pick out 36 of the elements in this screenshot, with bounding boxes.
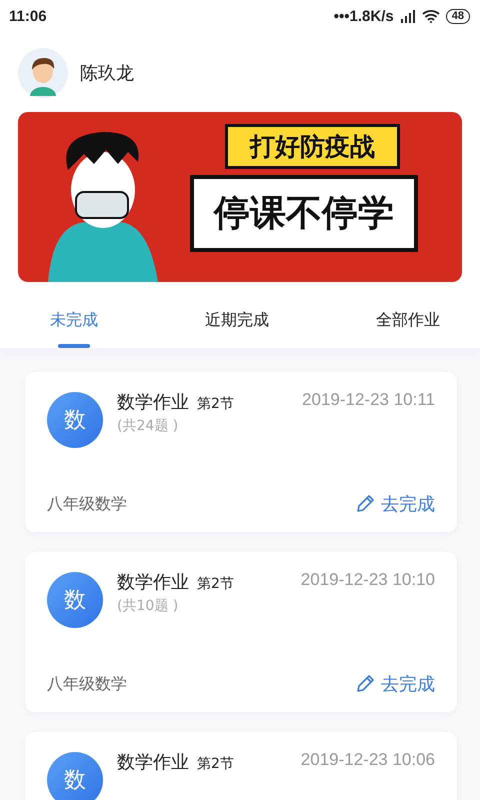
subject-badge: 数	[47, 392, 103, 448]
section-label: 第2节	[197, 575, 234, 593]
assignment-title: 数学作业	[117, 751, 189, 774]
pencil-icon	[355, 494, 375, 514]
assignment-date: 2019-12-23 10:06	[300, 750, 435, 770]
assignment-card[interactable]: 数 数学作业 第2节 (共24题 ) 2019-12-23 10:11 八年级数学 去完成	[25, 372, 457, 532]
section-label: 第2节	[197, 395, 234, 413]
tab[interactable]: 全部作业	[366, 310, 450, 348]
signal-icon	[400, 10, 416, 22]
course-name: 八年级数学	[47, 494, 127, 514]
assignment-title: 数学作业	[117, 391, 189, 414]
subject-badge: 数	[47, 572, 103, 628]
complete-button[interactable]: 去完成	[355, 492, 435, 516]
battery-level: 48	[446, 8, 470, 24]
banner-slogan: 停课不停学	[190, 175, 418, 252]
question-count: (共24题 )	[117, 417, 180, 435]
section-label: 第2节	[197, 755, 234, 773]
banner-headline: 打好防疫战	[225, 124, 400, 169]
subject-badge: 数	[47, 752, 103, 800]
network-speed: •••1.8K/s	[334, 8, 394, 24]
course-name: 八年级数学	[47, 674, 127, 694]
assignment-title: 数学作业	[117, 571, 189, 594]
assignment-date: 2019-12-23 10:10	[300, 570, 435, 590]
user-name: 陈玖龙	[80, 62, 134, 85]
complete-button[interactable]: 去完成	[355, 672, 435, 696]
status-time: 11:06	[9, 8, 47, 24]
tab[interactable]: 近期完成	[195, 310, 279, 348]
tab[interactable]: 未完成	[40, 310, 108, 348]
banner[interactable]: 打好防疫战 停课不停学	[18, 112, 462, 282]
avatar-icon	[18, 48, 68, 98]
pencil-icon	[355, 674, 375, 694]
wifi-icon	[422, 9, 440, 23]
question-count: (共10题 )	[117, 597, 180, 615]
assignment-date: 2019-12-23 10:11	[302, 390, 435, 410]
assignment-card[interactable]: 数 数学作业 第2节 2019-12-23 10:06	[25, 732, 457, 800]
assignment-card[interactable]: 数 数学作业 第2节 (共10题 ) 2019-12-23 10:10 八年级数学 去完成	[25, 552, 457, 712]
